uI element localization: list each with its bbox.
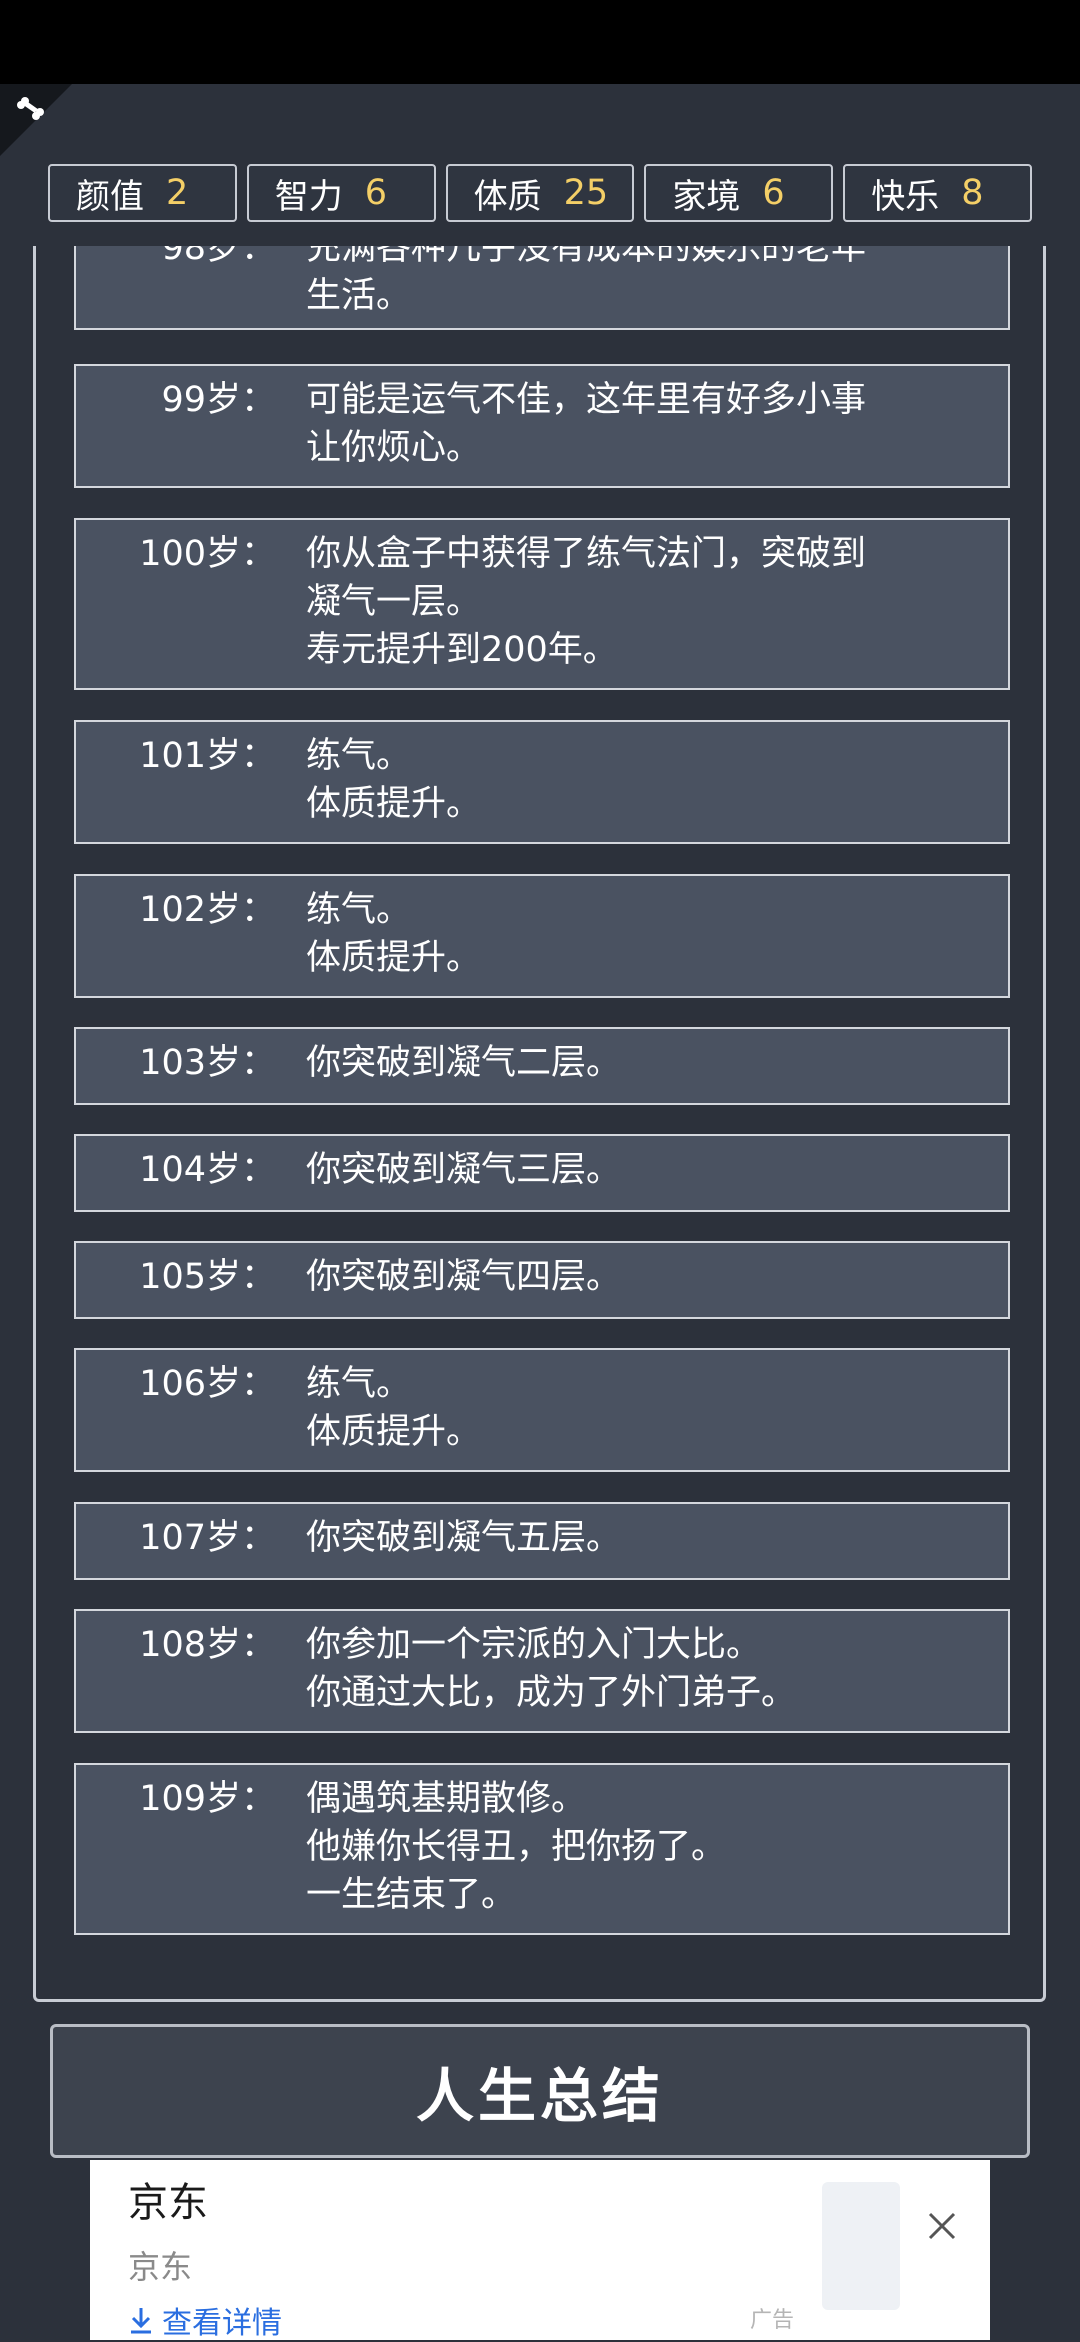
ad-subtitle: 京东: [128, 2248, 193, 2286]
entry-age: 98岁：: [161, 246, 276, 268]
stat-constitution: 体质 25: [445, 164, 635, 222]
life-summary-button[interactable]: 人生总结: [50, 2024, 1030, 2158]
stat-appearance: 颜值 2: [48, 164, 237, 222]
log-entry: 107岁： 你突破到凝气五层。: [74, 1502, 1010, 1580]
log-entry: 100岁： 你从盒子中获得了练气法门，突破到 凝气一层。 寿元提升到200年。: [74, 518, 1010, 690]
entry-text: 你参加一个宗派的入门大比。 你通过大比，成为了外门弟子。: [306, 1625, 797, 1713]
log-entry: 98岁： 充满各种几乎没有成本的娱乐的老年 生活。: [74, 246, 1010, 330]
entry-text: 偶遇筑基期散修。 他嫌你长得丑，把你扬了。 一生结束了。: [306, 1779, 727, 1915]
entry-age: 99岁：: [161, 380, 276, 420]
status-bar: [0, 0, 1080, 84]
ad-title: 京东: [128, 2180, 208, 2226]
log-entry: 109岁： 偶遇筑基期散修。 他嫌你长得丑，把你扬了。 一生结束了。: [74, 1763, 1010, 1935]
entry-age: 105岁：: [139, 1257, 276, 1297]
stat-label: 智力: [274, 176, 343, 217]
close-icon[interactable]: [920, 2204, 964, 2248]
stat-value: 2: [166, 173, 189, 213]
stat-value: 6: [762, 173, 785, 213]
entry-age: 104岁：: [139, 1150, 276, 1190]
ad-tag: 广告: [750, 2308, 795, 2333]
entry-age: 103岁：: [139, 1043, 276, 1083]
entry-age: 107岁：: [139, 1518, 276, 1558]
stat-family: 家境 6: [644, 164, 834, 222]
log-entry: 103岁： 你突破到凝气二层。: [74, 1027, 1010, 1105]
ad-details-link[interactable]: 查看详情: [128, 2298, 282, 2342]
ad-banner[interactable]: 京东 京东 查看详情 广告: [90, 2160, 990, 2342]
stat-value: 6: [364, 173, 388, 213]
entry-text: 可能是运气不佳，这年里有好多小事 让你烦心。: [306, 380, 867, 468]
entry-text: 你从盒子中获得了练气法门，突破到 凝气一层。 寿元提升到200年。: [306, 534, 867, 670]
entry-age: 109岁：: [139, 1779, 276, 1819]
stat-label: 快乐: [871, 176, 940, 217]
entry-text: 充满各种几乎没有成本的娱乐的老年 生活。: [306, 246, 867, 316]
entry-text: 你突破到凝气三层。: [306, 1150, 622, 1190]
log-entry: 101岁： 练气。 体质提升。: [74, 720, 1010, 844]
entry-text: 练气。 体质提升。: [306, 1364, 482, 1452]
entry-age: 108岁：: [139, 1625, 276, 1665]
entry-age: 100岁：: [139, 534, 276, 574]
entry-text: 你突破到凝气五层。: [306, 1518, 622, 1558]
log-entry: 105岁： 你突破到凝气四层。: [74, 1241, 1010, 1319]
bone-icon: [17, 97, 44, 120]
stat-value: 8: [961, 173, 984, 213]
life-log-panel[interactable]: 98岁： 充满各种几乎没有成本的娱乐的老年 生活。 99岁： 可能是运气不佳，这…: [33, 246, 1046, 2002]
ad-link-label: 查看详情: [162, 2306, 282, 2341]
ad-product-image: [822, 2182, 900, 2310]
stat-label: 家境: [672, 176, 741, 217]
entry-age: 102岁：: [139, 890, 276, 930]
log-entry: 102岁： 练气。 体质提升。: [74, 874, 1010, 998]
stat-intelligence: 智力 6: [246, 164, 436, 222]
entry-text: 练气。 体质提升。: [306, 736, 482, 824]
entry-text: 你突破到凝气二层。: [306, 1043, 622, 1083]
stat-value: 25: [563, 173, 609, 213]
entry-text: 你突破到凝气四层。: [306, 1257, 622, 1297]
entry-text: 练气。 体质提升。: [306, 890, 482, 978]
stats-row: 颜值 2 智力 6 体质 25 家境 6 快乐 8: [48, 164, 1032, 226]
download-icon: [131, 2308, 151, 2334]
log-entry: 106岁： 练气。 体质提升。: [74, 1348, 1010, 1472]
log-entry: 108岁： 你参加一个宗派的入门大比。 你通过大比，成为了外门弟子。: [74, 1609, 1010, 1733]
entry-age: 101岁：: [139, 736, 276, 776]
log-entry: 104岁： 你突破到凝气三层。: [74, 1134, 1010, 1212]
stat-label: 体质: [473, 176, 542, 217]
log-entry: 99岁： 可能是运气不佳，这年里有好多小事 让你烦心。: [74, 364, 1010, 488]
stat-happiness: 快乐 8: [843, 164, 1032, 222]
stat-label: 颜值: [76, 176, 144, 217]
entry-age: 106岁：: [139, 1364, 276, 1404]
